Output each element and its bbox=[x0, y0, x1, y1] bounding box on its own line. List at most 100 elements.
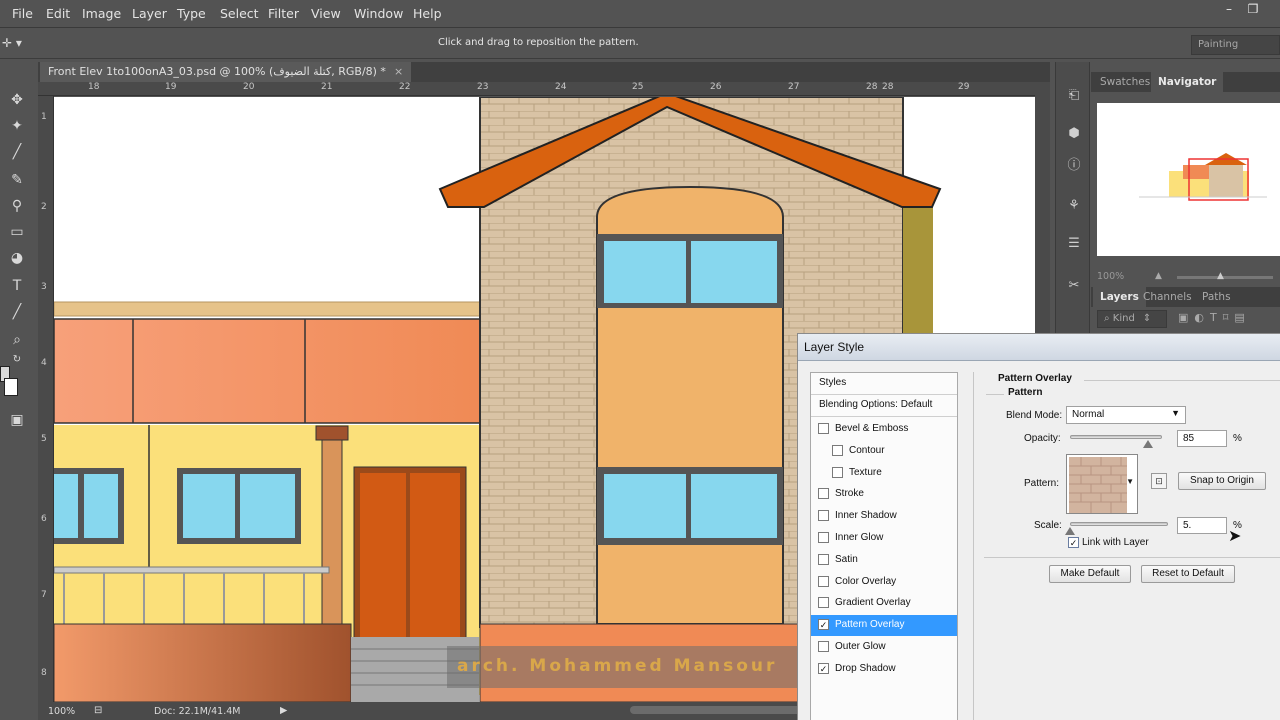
snap-to-origin-button[interactable]: Snap to Origin bbox=[1178, 472, 1266, 490]
style-item[interactable]: Inner Glow bbox=[811, 528, 957, 549]
menu-filter[interactable]: Filter bbox=[268, 6, 299, 21]
ruler-vertical: 1 2 3 4 5 6 7 8 bbox=[38, 96, 54, 702]
pattern-overlay-settings: Pattern Overlay Pattern Blend Mode: Norm… bbox=[973, 372, 1280, 720]
style-item[interactable]: Stroke bbox=[811, 484, 957, 505]
style-checkbox[interactable] bbox=[818, 532, 829, 543]
style-item[interactable]: ✓ Drop Shadow bbox=[811, 659, 957, 680]
navigator-tabs: Swatches Navigator bbox=[1091, 72, 1280, 92]
style-checkbox[interactable] bbox=[818, 423, 829, 434]
style-checkbox[interactable] bbox=[818, 553, 829, 565]
style-item-label: Satin bbox=[835, 553, 858, 565]
menu-edit[interactable]: Edit bbox=[46, 6, 70, 21]
tab-swatches[interactable]: Swatches bbox=[1093, 72, 1157, 92]
styles-header[interactable]: Styles bbox=[811, 373, 957, 395]
style-item[interactable]: ✓ Pattern Overlay bbox=[811, 615, 957, 637]
screen-mode-icon[interactable]: ▣ bbox=[7, 410, 27, 430]
new-preset-icon[interactable]: ⊡ bbox=[1151, 473, 1167, 489]
style-item[interactable]: Satin bbox=[811, 550, 957, 571]
menu-image[interactable]: Image bbox=[82, 6, 121, 21]
scale-input[interactable]: 5. bbox=[1177, 517, 1227, 534]
move-tool-icon[interactable]: ✥ bbox=[7, 90, 27, 110]
style-item[interactable]: Texture bbox=[811, 463, 957, 484]
menu-view[interactable]: View bbox=[311, 6, 341, 21]
style-item[interactable]: Color Overlay bbox=[811, 572, 957, 593]
opacity-slider-thumb[interactable] bbox=[1143, 440, 1154, 448]
style-item[interactable]: Bevel & Emboss bbox=[811, 419, 957, 440]
style-checkbox[interactable] bbox=[832, 444, 843, 456]
menu-select[interactable]: Select bbox=[220, 6, 259, 21]
style-checkbox[interactable]: ✓ bbox=[818, 662, 829, 674]
menu-type[interactable]: Type bbox=[177, 6, 206, 21]
style-item[interactable]: Outer Glow bbox=[811, 637, 957, 658]
layer-kind-filter[interactable]: ⌕ Kind ⇕ bbox=[1097, 310, 1167, 328]
zoom-out-icon[interactable]: ▲ bbox=[1155, 271, 1162, 281]
gradient-tool-icon[interactable]: ▭ bbox=[7, 222, 27, 242]
play-arrow-icon[interactable]: ▶ bbox=[280, 705, 287, 716]
zoom-level[interactable]: 100% bbox=[48, 706, 75, 717]
status-menu-icon[interactable]: ⊟ bbox=[94, 705, 102, 716]
zoom-slider-thumb[interactable]: ▲ bbox=[1217, 271, 1224, 281]
eyedropper-icon[interactable]: ╱ bbox=[7, 142, 27, 162]
history-icon[interactable]: ⎗ bbox=[1064, 86, 1084, 106]
watermark-banner: arch. Mohammed Mansour bbox=[447, 646, 827, 688]
close-icon[interactable]: × bbox=[394, 65, 403, 78]
blending-options[interactable]: Blending Options: Default bbox=[811, 395, 957, 417]
menu-window[interactable]: Window bbox=[354, 6, 403, 21]
style-item[interactable]: Contour bbox=[811, 441, 957, 462]
navigator-zoom-slider[interactable] bbox=[1177, 276, 1273, 279]
tab-channels[interactable]: Channels bbox=[1136, 287, 1199, 307]
move-tool-preset-icon[interactable]: ✛ ▾ bbox=[2, 36, 22, 50]
opacity-input[interactable]: 85 bbox=[1177, 430, 1227, 447]
history-brush-icon[interactable]: ⚲ bbox=[7, 196, 27, 216]
swap-colors-icon[interactable]: ↻ bbox=[7, 350, 27, 370]
ruler-label: 23 bbox=[477, 82, 489, 92]
paragraph-icon[interactable]: ☰ bbox=[1064, 234, 1084, 254]
scale-slider-thumb[interactable] bbox=[1065, 527, 1075, 535]
ruler-label: 7 bbox=[41, 590, 47, 600]
scale-slider[interactable] bbox=[1070, 522, 1168, 526]
info-icon[interactable]: ⓘ bbox=[1064, 156, 1084, 176]
style-checkbox[interactable] bbox=[818, 641, 829, 652]
restore-icon[interactable]: ❐ bbox=[1242, 2, 1264, 18]
brush-presets-icon[interactable]: ⚘ bbox=[1064, 196, 1084, 216]
layer-filter-icons[interactable]: ▣◐T⌑▤ bbox=[1178, 311, 1280, 327]
reset-to-default-button[interactable]: Reset to Default bbox=[1141, 565, 1235, 583]
style-item-label: Gradient Overlay bbox=[835, 597, 911, 609]
workspace-switcher[interactable]: Painting bbox=[1191, 35, 1280, 55]
make-default-button[interactable]: Make Default bbox=[1049, 565, 1131, 583]
link-with-layer-checkbox[interactable]: ✓ bbox=[1068, 537, 1079, 548]
type-tool-icon[interactable]: T bbox=[7, 276, 27, 296]
tab-navigator[interactable]: Navigator bbox=[1151, 72, 1224, 92]
tools-icon[interactable]: ✂ bbox=[1064, 276, 1084, 296]
style-item-label: Drop Shadow bbox=[835, 662, 896, 674]
style-checkbox[interactable] bbox=[832, 466, 843, 478]
ruler-label: 28 bbox=[866, 82, 878, 92]
watermark-text: arch. Mohammed Mansour bbox=[457, 656, 778, 676]
pattern-picker[interactable]: ▼ bbox=[1066, 454, 1138, 514]
style-checkbox[interactable] bbox=[818, 575, 829, 587]
style-item[interactable]: Gradient Overlay bbox=[811, 593, 957, 614]
style-checkbox[interactable] bbox=[818, 597, 829, 609]
style-checkbox[interactable] bbox=[818, 488, 829, 500]
background-color-swatch[interactable] bbox=[4, 378, 18, 396]
magic-wand-icon[interactable]: ✦ bbox=[7, 116, 27, 136]
document-tab[interactable]: Front Elev 1to100onA3_03.psd @ 100% (كتل… bbox=[40, 62, 412, 82]
style-item[interactable]: Inner Shadow bbox=[811, 506, 957, 527]
line-tool-icon[interactable]: ╱ bbox=[7, 302, 27, 322]
menu-file[interactable]: File bbox=[12, 6, 33, 21]
menu-layer[interactable]: Layer bbox=[132, 6, 167, 21]
zoom-tool-icon[interactable]: ⌕ bbox=[7, 330, 27, 350]
menu-help[interactable]: Help bbox=[413, 6, 442, 21]
cube-icon[interactable]: ⬢ bbox=[1064, 124, 1084, 144]
navigator-thumbnail[interactable] bbox=[1097, 103, 1280, 256]
style-checkbox[interactable]: ✓ bbox=[818, 619, 829, 631]
dialog-title-bar[interactable]: Layer Style bbox=[798, 334, 1280, 361]
brush-tool-icon[interactable]: ✎ bbox=[7, 170, 27, 190]
minimize-icon[interactable]: – bbox=[1218, 2, 1240, 18]
navigator-zoom-value[interactable]: 100% bbox=[1097, 271, 1124, 282]
opacity-slider[interactable] bbox=[1070, 435, 1162, 439]
style-checkbox[interactable] bbox=[818, 510, 829, 522]
tab-paths[interactable]: Paths bbox=[1195, 287, 1238, 307]
blend-mode-select[interactable]: Normal ▼ bbox=[1066, 406, 1186, 424]
burn-tool-icon[interactable]: ◕ bbox=[7, 248, 27, 268]
